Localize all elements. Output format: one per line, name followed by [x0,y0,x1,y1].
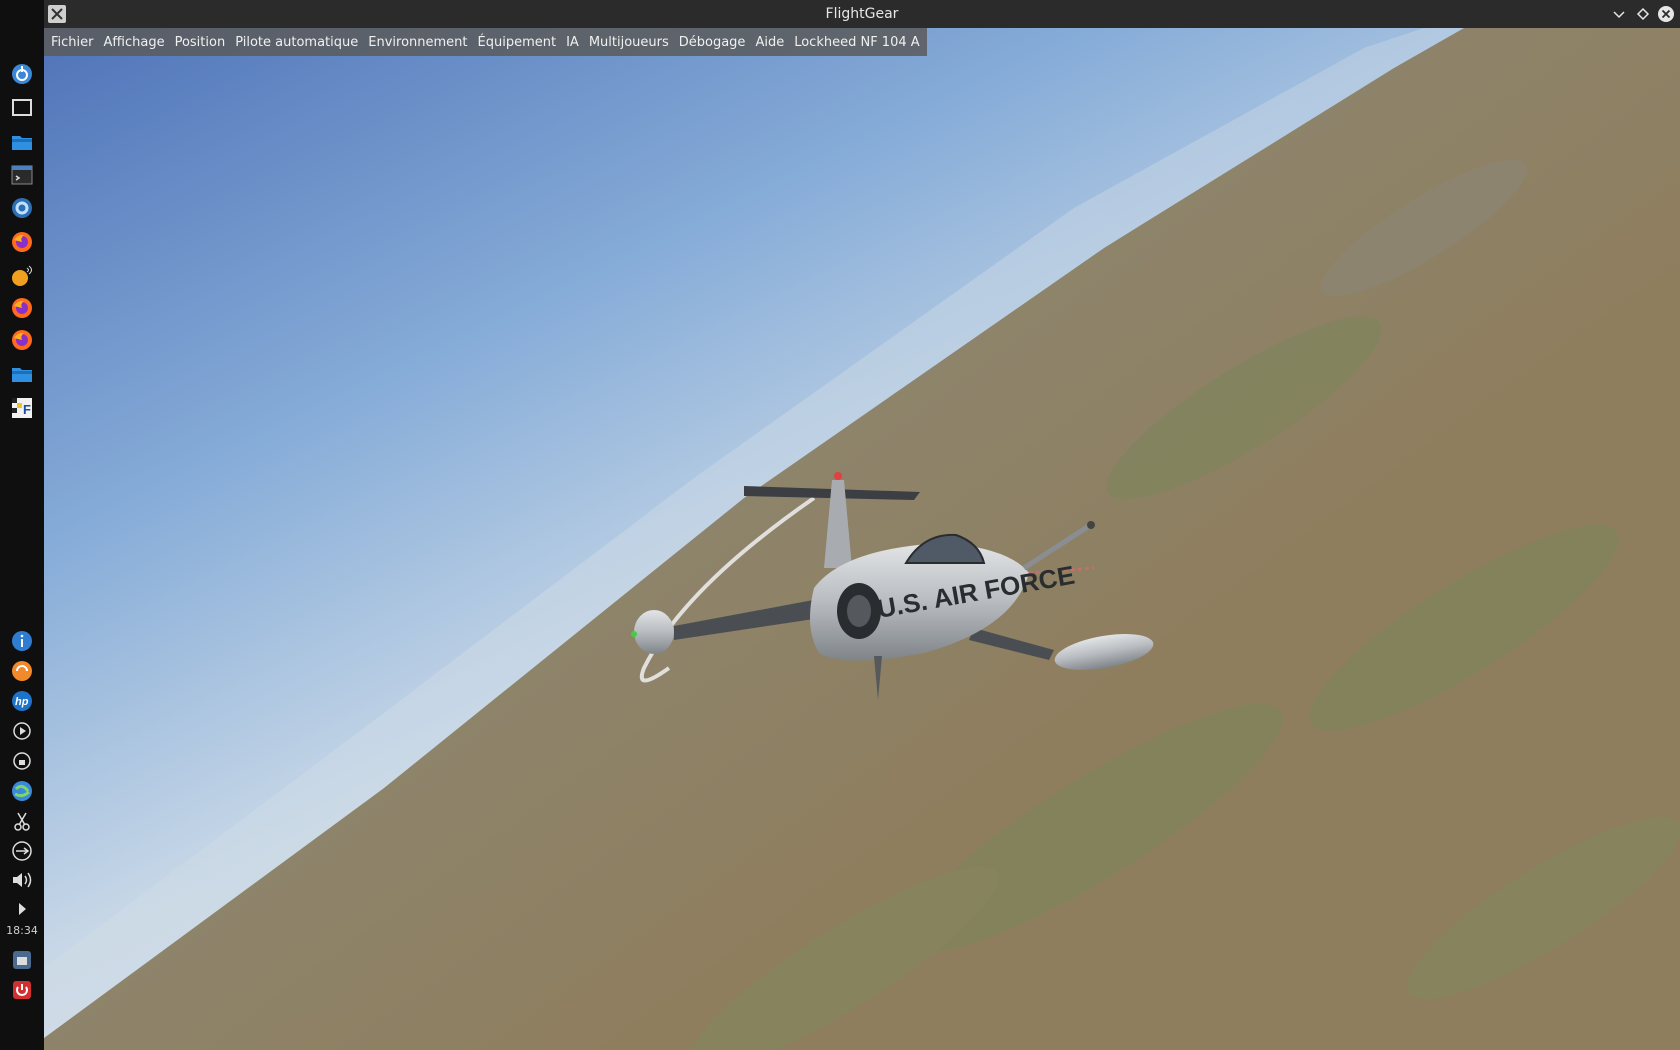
settings-icon[interactable] [8,194,36,222]
system-panel: F hp 18:34 [0,0,44,1050]
svg-text:hp: hp [15,696,29,708]
menu-equipement[interactable]: Équipement [473,35,562,50]
power-icon[interactable] [8,976,36,1004]
menu-aircraft[interactable]: Lockheed NF 104 A [789,35,924,50]
plasma-icon[interactable] [8,60,36,88]
menu-multijoueurs[interactable]: Multijoueurs [584,35,674,50]
scissors-icon[interactable] [8,807,36,835]
usb-icon[interactable] [8,837,36,865]
network-icon[interactable] [8,777,36,805]
svg-text:F: F [23,402,31,417]
media-icon[interactable] [8,717,36,745]
hp-icon[interactable]: hp [8,687,36,715]
menu-aide[interactable]: Aide [750,35,789,50]
menu-pilote-automatique[interactable]: Pilote automatique [230,35,363,50]
desktop-icon[interactable] [8,94,36,122]
terminal-icon[interactable] [8,161,36,189]
menu-position[interactable]: Position [170,35,231,50]
maximize-button[interactable] [1633,4,1653,24]
volume-icon[interactable] [8,866,36,894]
menu-bar: Fichier Affichage Position Pilote automa… [44,28,927,56]
expand-icon[interactable] [8,895,36,923]
menu-debogage[interactable]: Débogage [674,35,751,50]
clock[interactable]: 18:34 [0,924,44,937]
minimize-button[interactable] [1609,4,1629,24]
close-button[interactable] [1656,4,1676,24]
info-icon[interactable] [8,627,36,655]
firefox-icon[interactable] [8,326,36,354]
lock-screen-icon[interactable] [8,946,36,974]
menu-ia[interactable]: IA [561,35,584,50]
menu-fichier[interactable]: Fichier [46,35,99,50]
vlc-icon[interactable] [8,262,36,290]
update-icon[interactable] [8,657,36,685]
3d-viewport[interactable]: U.S. AIR FORCE [44,28,1680,1050]
window-title: FlightGear [825,6,899,22]
flightgear-icon[interactable]: F [8,394,36,422]
menu-affichage[interactable]: Affichage [99,35,170,50]
title-bar[interactable]: FlightGear [44,0,1680,28]
files-icon[interactable] [8,360,36,388]
vpn-icon[interactable] [8,747,36,775]
menu-environnement[interactable]: Environnement [363,35,472,50]
folder-icon[interactable] [8,128,36,156]
firefox-icon[interactable] [8,228,36,256]
flightgear-window: FlightGear U.S. AIR FORCE Fichier Affich… [44,0,1680,1050]
firefox-icon[interactable] [8,294,36,322]
